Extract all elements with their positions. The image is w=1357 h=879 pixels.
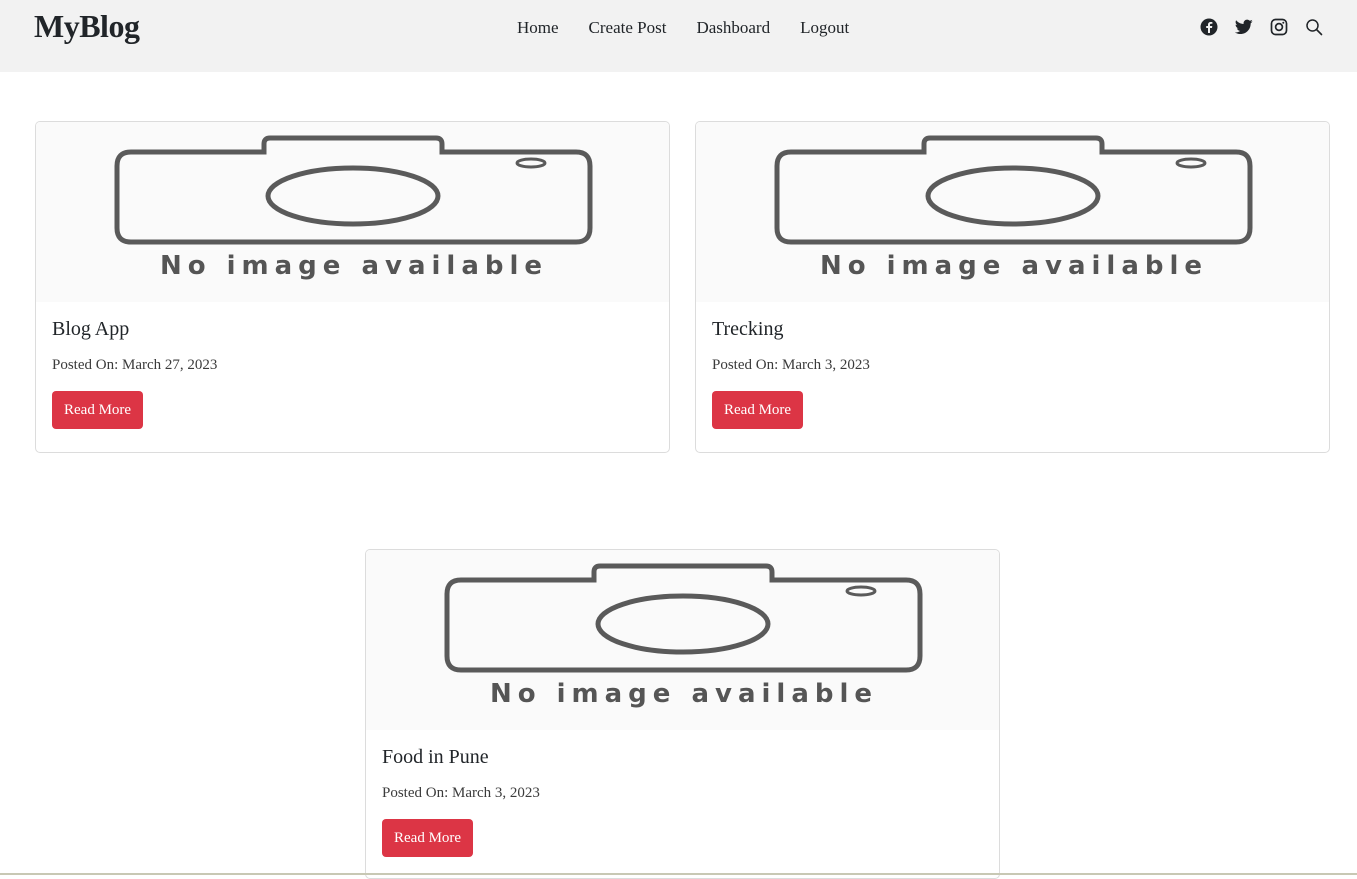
- post-card: No image available Trecking Posted On: M…: [695, 121, 1330, 453]
- nav-link-logout[interactable]: Logout: [800, 17, 849, 39]
- post-date: Posted On: March 27, 2023: [52, 357, 218, 373]
- no-image-text: No image available: [160, 251, 548, 281]
- no-image-text: No image available: [490, 679, 878, 709]
- post-date: Posted On: March 3, 2023: [382, 785, 540, 801]
- post-image-placeholder: No image available: [366, 550, 999, 730]
- twitter-icon[interactable]: [1234, 17, 1254, 37]
- social-icons: [1199, 17, 1324, 37]
- facebook-icon[interactable]: [1199, 17, 1219, 37]
- post-title: Blog App: [52, 318, 130, 340]
- instagram-icon[interactable]: [1269, 17, 1289, 37]
- navbar: MyBlog Home Create Post Dashboard Logout: [0, 0, 1357, 72]
- search-icon[interactable]: [1304, 17, 1324, 37]
- post-title: Trecking: [712, 318, 784, 340]
- post-image-placeholder: No image available: [36, 122, 669, 302]
- post-card: No image available Food in Pune Posted O…: [365, 549, 1000, 879]
- nav-link-dashboard[interactable]: Dashboard: [696, 17, 770, 39]
- brand-logo[interactable]: MyBlog: [34, 8, 140, 45]
- nav-link-create-post[interactable]: Create Post: [589, 17, 667, 39]
- read-more-button[interactable]: Read More: [52, 391, 144, 429]
- post-title: Food in Pune: [382, 746, 489, 768]
- post-date: Posted On: March 3, 2023: [712, 357, 870, 373]
- nav-links: Home Create Post Dashboard Logout: [517, 17, 849, 39]
- nav-link-home[interactable]: Home: [517, 17, 559, 39]
- read-more-button[interactable]: Read More: [382, 819, 474, 857]
- post-card: No image available Blog App Posted On: M…: [35, 121, 670, 453]
- no-image-text: No image available: [820, 251, 1208, 281]
- post-image-placeholder: No image available: [696, 122, 1329, 302]
- read-more-button[interactable]: Read More: [712, 391, 804, 429]
